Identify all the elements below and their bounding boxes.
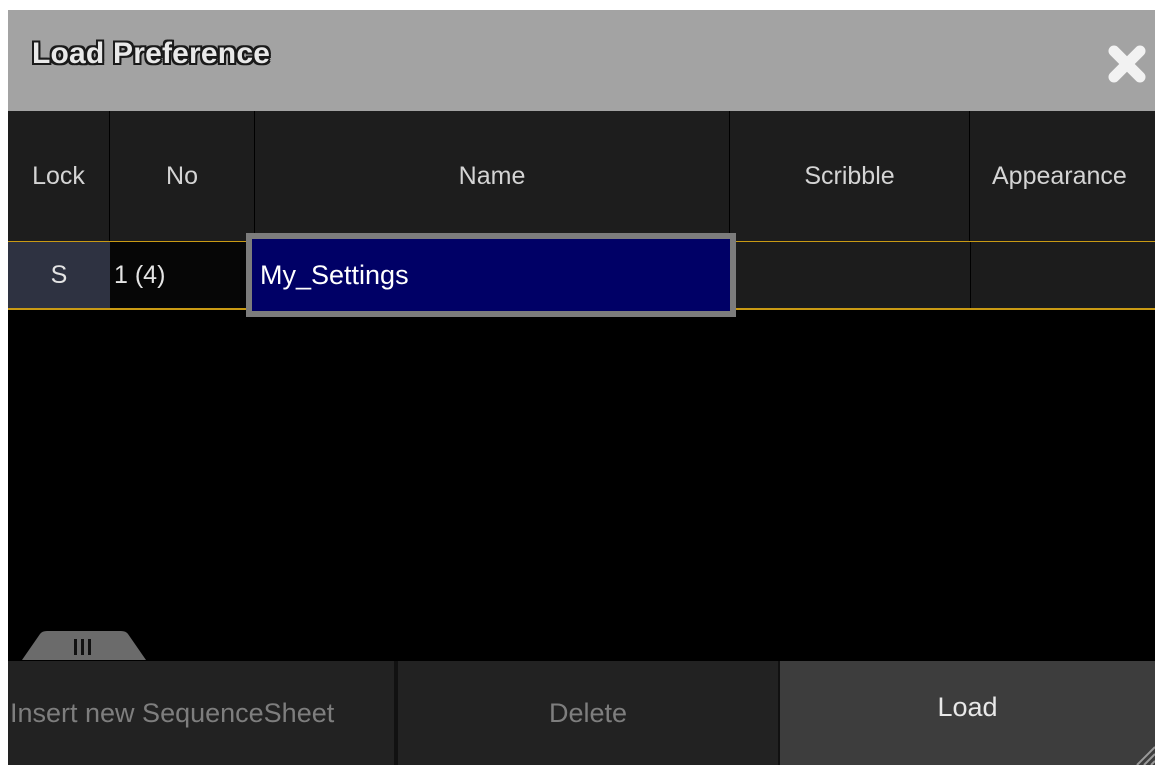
window-title: Load Preference <box>32 37 271 70</box>
close-icon[interactable] <box>1105 42 1149 86</box>
name-value: My_Settings <box>260 259 409 290</box>
column-header-scribble[interactable]: Scribble <box>730 111 970 241</box>
column-header-lock[interactable]: Lock <box>8 111 110 241</box>
button-bar: Insert new SequenceSheet Delete Load <box>8 661 1155 765</box>
title-bar[interactable]: Load Preference <box>8 10 1155 111</box>
lock-cell[interactable]: S <box>8 242 110 308</box>
column-header-no[interactable]: No <box>110 111 255 241</box>
delete-button[interactable]: Delete <box>398 661 778 765</box>
column-header-appearance[interactable]: Appearance <box>970 111 1155 241</box>
column-header-name[interactable]: Name <box>255 111 730 241</box>
insert-new-sequencesheet-button[interactable]: Insert new SequenceSheet <box>8 661 396 765</box>
name-edit-field[interactable]: My_Settings <box>246 233 736 317</box>
grip-lines-icon[interactable] <box>22 630 146 660</box>
table-header: Lock No Name Scribble Appearance <box>8 111 1155 242</box>
load-button[interactable]: Load <box>780 661 1155 765</box>
number-cell[interactable]: 1 (4) <box>110 242 255 308</box>
scribble-cell[interactable] <box>730 242 970 308</box>
resize-grip-icon[interactable] <box>1133 743 1155 765</box>
appearance-cell[interactable] <box>970 242 1155 308</box>
load-preference-window: Load Preference Lock No Name Scribble Ap… <box>8 10 1155 765</box>
